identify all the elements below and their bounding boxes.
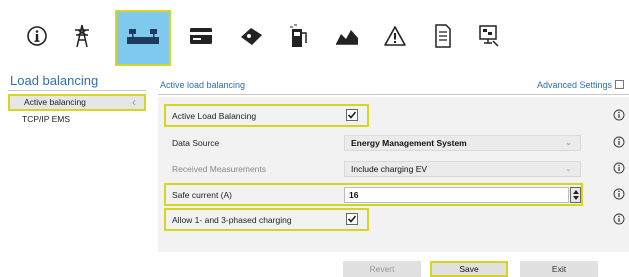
payment-card-icon[interactable] (178, 13, 224, 59)
safe-current-label: Safe current (A) (172, 190, 232, 200)
section-title: Active load balancing (160, 80, 246, 90)
phased-charging-label: Allow 1- and 3-phased charging (172, 215, 292, 225)
row-received-measurements: Received Measurements Include charging E… (166, 159, 629, 179)
received-measurements-select[interactable]: Include charging EV ⌄ (344, 161, 581, 177)
received-measurements-value: Include charging EV (351, 164, 428, 174)
row-active-load-balancing: Active Load Balancing (166, 106, 629, 126)
info-icon[interactable] (613, 213, 625, 225)
sidebar-item-active-balancing[interactable]: Active balancing ‹ (8, 94, 146, 111)
advanced-settings-label: Advanced Settings (536, 80, 612, 90)
safe-current-spinner[interactable] (570, 187, 581, 203)
sidebar-title: Load balancing (10, 73, 99, 88)
info-icon[interactable] (613, 188, 625, 200)
exit-button[interactable]: Exit (520, 261, 598, 277)
section-divider (158, 94, 629, 95)
network-monitor-icon[interactable] (466, 13, 512, 59)
log-document-icon[interactable] (420, 13, 466, 59)
sidebar-nav: Active balancing ‹ TCP/IP EMS (8, 94, 146, 128)
info-icon[interactable] (613, 162, 625, 174)
energy-meter-icon[interactable] (324, 13, 370, 59)
info-icon[interactable] (613, 109, 625, 121)
sidebar-divider (8, 90, 146, 91)
data-source-value: Energy Management System (351, 138, 467, 148)
advanced-settings-checkbox[interactable] (615, 80, 624, 89)
sidebar-item-label: Active balancing (24, 97, 86, 107)
safe-current-input[interactable]: 16 (344, 187, 569, 203)
data-source-label: Data Source (172, 138, 220, 148)
load-balancing-icon[interactable] (115, 10, 171, 66)
phased-charging-checkbox[interactable] (346, 213, 358, 225)
active-load-balancing-checkbox[interactable] (346, 109, 358, 121)
spin-up-icon[interactable] (573, 190, 579, 194)
save-button[interactable]: Save (430, 261, 508, 277)
revert-button[interactable]: Revert (343, 261, 421, 277)
warning-icon[interactable] (372, 13, 418, 59)
power-pylon-icon[interactable] (59, 13, 105, 59)
toolbar (0, 0, 629, 70)
info-circle-icon[interactable] (14, 13, 60, 59)
chevron-down-icon: ⌄ (565, 138, 572, 147)
settings-panel: Active Load Balancing Data Source Energy… (158, 97, 629, 252)
received-measurements-label: Received Measurements (172, 164, 267, 174)
row-safe-current: Safe current (A) 16 (166, 185, 629, 205)
chevron-down-icon: ⌄ (565, 164, 572, 173)
chevron-left-icon: ‹ (132, 95, 136, 109)
charging-station-icon[interactable] (276, 13, 322, 59)
spin-down-icon[interactable] (573, 196, 579, 200)
sidebar-item-tcpip-ems[interactable]: TCP/IP EMS (8, 111, 146, 128)
active-load-balancing-label: Active Load Balancing (172, 111, 257, 121)
rfid-tag-icon[interactable] (228, 13, 274, 59)
row-phased-charging: Allow 1- and 3-phased charging (166, 210, 629, 230)
row-data-source: Data Source Energy Management System ⌄ (166, 133, 629, 153)
sidebar-item-label: TCP/IP EMS (22, 114, 71, 124)
info-icon[interactable] (613, 136, 625, 148)
data-source-select[interactable]: Energy Management System ⌄ (344, 135, 581, 151)
